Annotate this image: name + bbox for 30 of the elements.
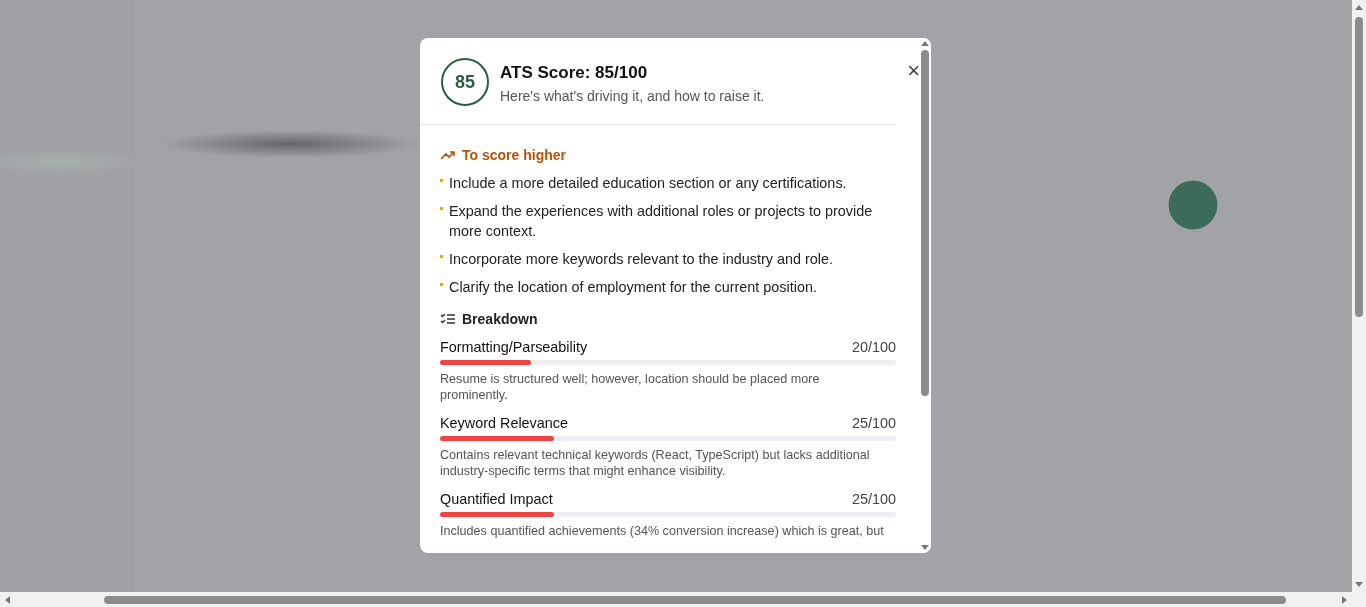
bullet-icon (440, 179, 443, 182)
bullet-icon (440, 283, 443, 286)
category-note: Contains relevant technical keywords (React, TypeScript) but lacks additional industry-specific terms that might enhance visibility. (440, 447, 871, 479)
category-score: 20/100 (852, 339, 896, 355)
dialog-title: ATS Score: 85/100 (500, 63, 649, 83)
category-score: 25/100 (852, 491, 896, 507)
category-score: 25/100 (852, 415, 896, 431)
bullet-icon (440, 207, 443, 210)
tip-text: Expand the experiences with additional roles or projects to provide more context. (449, 202, 874, 241)
close-button[interactable]: × (903, 60, 924, 82)
score-ring: 85 (441, 58, 489, 106)
category-note: Resume is structured well; however, location should be placed more prominently. (440, 371, 821, 403)
section-heading: To score higher (462, 147, 566, 163)
vertical-scrollbar[interactable] (1352, 0, 1366, 592)
category-name: Keyword Relevance (440, 415, 568, 431)
horizontal-scrollbar[interactable] (0, 592, 1352, 607)
category-name: Quantified Impact (440, 491, 553, 507)
category-name: Formatting/Parseability (440, 339, 588, 355)
tip-text: Include a more detailed education section or any certifications. (449, 174, 847, 193)
bullet-icon (440, 255, 443, 258)
dialog-scrollbar[interactable] (919, 38, 931, 553)
category-note: Includes quantified achievements (34% conversion increase) which is great, but (440, 523, 885, 539)
tip-text: Incorporate more keywords relevant to the industry and role. (449, 250, 833, 269)
scroll-up-arrow-icon[interactable] (921, 40, 929, 46)
section-heading: Breakdown (462, 311, 538, 327)
dialog-subtitle: Here's what's driving it, and how to raise it. (500, 88, 765, 104)
trending-up-icon (440, 149, 456, 161)
tip-text: Clarify the location of employment for the current position. (449, 278, 817, 297)
checklist-icon (440, 313, 456, 325)
scroll-down-arrow-icon[interactable] (921, 545, 929, 551)
